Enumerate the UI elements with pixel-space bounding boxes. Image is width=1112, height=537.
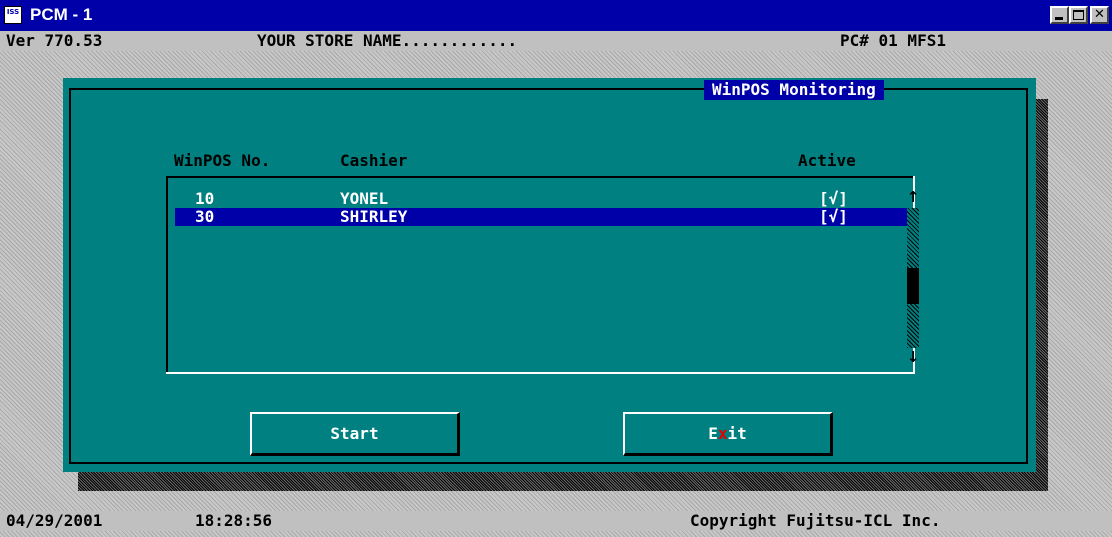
pc-id-label: PC# 01 MFS1: [840, 31, 946, 50]
maximize-icon: [1073, 10, 1084, 20]
list-border-left: [166, 176, 168, 374]
list-scrollbar[interactable]: ↑ ↓: [905, 188, 921, 366]
list-border-top: [166, 176, 915, 178]
list-item[interactable]: 10 YONEL [√]: [175, 190, 907, 208]
status-footer: 04/29/2001 18:28:56 Copyright Fujitsu-IC…: [0, 511, 1112, 531]
dialog-shadow-right: [1034, 99, 1048, 491]
active-checkbox[interactable]: [√]: [819, 190, 848, 208]
start-button[interactable]: Start: [250, 412, 460, 456]
column-header-cashier: Cashier: [340, 151, 408, 170]
scroll-thumb[interactable]: [907, 268, 919, 304]
column-header-active: Active: [798, 151, 856, 170]
version-label: Ver 770.53: [6, 31, 103, 50]
status-header: Ver 770.53 YOUR STORE NAME............ P…: [0, 31, 1112, 51]
cashier-name: YONEL: [340, 189, 389, 208]
dialog-title: WinPOS Monitoring: [704, 80, 884, 100]
winpos-number: 30: [195, 207, 215, 226]
winpos-list[interactable]: 10 YONEL [√] 30 SHIRLEY [√]: [166, 176, 915, 374]
winpos-monitoring-dialog: WinPOS Monitoring WinPOS No. Cashier Act…: [63, 78, 1036, 472]
exit-label-suffix: it: [727, 424, 747, 443]
console-area: Ver 770.53 YOUR STORE NAME............ P…: [0, 31, 1112, 537]
scroll-down-arrow-icon[interactable]: ↓: [905, 348, 921, 366]
list-item[interactable]: 30 SHIRLEY [√]: [175, 208, 907, 226]
close-icon: ✕: [1094, 7, 1105, 22]
maximize-button[interactable]: [1069, 6, 1088, 24]
exit-label-prefix: E: [708, 424, 718, 443]
date-label: 04/29/2001: [6, 511, 103, 530]
close-button[interactable]: ✕: [1090, 6, 1109, 24]
minimize-button[interactable]: [1050, 6, 1069, 24]
winpos-number: 10: [195, 189, 215, 208]
cashier-name: SHIRLEY: [340, 207, 408, 226]
window-title: PCM - 1: [30, 5, 93, 24]
dialog-shadow-bottom: [78, 472, 1048, 491]
title-bar[interactable]: ISS PCM - 1 ✕: [0, 0, 1112, 31]
list-border-bottom: [166, 372, 915, 374]
column-header-winpos-no: WinPOS No.: [174, 151, 271, 170]
exit-button[interactable]: Exit: [623, 412, 833, 456]
store-name-label: YOUR STORE NAME............: [257, 31, 518, 50]
active-checkbox[interactable]: [√]: [819, 208, 848, 226]
time-label: 18:28:56: [195, 511, 273, 530]
scroll-up-arrow-icon[interactable]: ↑: [905, 188, 921, 206]
copyright-label: Copyright Fujitsu-ICL Inc.: [690, 511, 941, 530]
app-icon[interactable]: ISS: [4, 6, 22, 24]
exit-hotkey: x: [717, 424, 728, 443]
minimize-icon: [1055, 17, 1063, 20]
